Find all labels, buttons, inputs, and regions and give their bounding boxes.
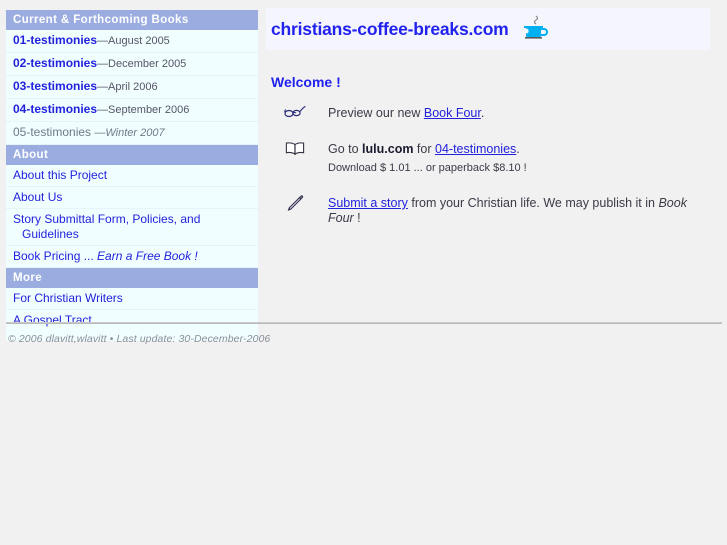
feature-list: Preview our new Book Four. Go to lulu.co… [266,104,710,226]
sidebar-item-date: September 2006 [108,104,190,116]
sidebar-item-a-gospel-tract[interactable]: A Gospel Tract [6,310,258,331]
sidebar-item-label[interactable]: Story Submittal Form, Policies, and [13,212,200,226]
sidebar-item-dash: — [97,81,109,93]
sidebar-item-date: August 2005 [108,35,170,47]
feature-text-middle: for [413,142,435,156]
feature-row-submit: Submit a story from your Christian life.… [266,194,710,226]
sidebar-item-story-submittal-form[interactable]: Story Submittal Form, Policies, and Guid… [6,209,258,246]
feature-text-after: . [516,142,520,156]
feature-text-after: . [480,106,485,120]
feature-text-preview: Preview our new Book Four. [328,104,484,121]
feature-text-before: Go to [328,142,363,156]
sidebar-item-label-line2[interactable]: Guidelines [13,227,79,241]
feature-text-end: ! [353,211,361,225]
main-content: christians-coffee-breaks.com Welcome ! P… [266,8,710,244]
sidebar-item-emphasis[interactable]: Earn a Free Book ! [97,249,198,263]
footer-copyright: © 2006 dlavitt,wlavitt • Last update: 30… [8,333,271,345]
sidebar-item-label[interactable]: 03-testimonies [13,79,97,93]
sidebar-item-dash: — [94,127,106,139]
sidebar-item-label[interactable]: 02-testimonies [13,56,97,70]
welcome-heading: Welcome ! [271,74,341,90]
feature-row-preview: Preview our new Book Four. [266,104,710,122]
feature-row-lulu: Go to lulu.com for 04-testimonies. Downl… [266,140,710,176]
sidebar-section-header-books: Current & Forthcoming Books [6,10,258,30]
sidebar-item-label[interactable]: 01-testimonies [13,33,97,47]
sidebar-item-date: Winter 2007 [105,127,165,139]
sidebar-item-for-christian-writers[interactable]: For Christian Writers [6,288,258,310]
sidebar-item-label[interactable]: A Gospel Tract [13,313,92,327]
sidebar-item-label: 05-testimonies [13,125,92,139]
sidebar-item-date: April 2006 [108,81,158,93]
sidebar-section-header-about: About [6,145,258,165]
sidebar-item-label[interactable]: About Us [13,190,62,204]
sidebar-item-03-testimonies[interactable]: 03-testimonies—April 2006 [6,76,258,99]
feature-text-submit: Submit a story from your Christian life.… [328,194,710,226]
site-banner: christians-coffee-breaks.com [266,8,710,50]
feature-text-after: from your Christian life. We may publish… [407,196,659,210]
sidebar-item-05-testimonies: 05-testimonies —Winter 2007 [6,122,258,145]
feature-text-before: Preview our new [328,106,424,120]
eyeglasses-icon [282,104,308,122]
coffee-cup-icon [521,15,551,43]
sidebar-item-label[interactable]: About this Project [13,168,107,182]
sidebar-item-01-testimonies[interactable]: 01-testimonies—August 2005 [6,30,258,53]
sidebar-item-label[interactable]: For Christian Writers [13,291,123,305]
04-testimonies-link[interactable]: 04-testimonies [435,142,516,156]
sidebar-item-label[interactable]: Book Pricing ... [13,249,94,263]
book-four-link[interactable]: Book Four [424,106,481,120]
feature-text-lulu: Go to lulu.com for 04-testimonies. Downl… [328,140,527,176]
pencil-icon [282,194,308,216]
sidebar-item-04-testimonies[interactable]: 04-testimonies—September 2006 [6,99,258,122]
footer-divider [6,322,722,324]
lulu-brand: lulu.com [362,142,414,156]
sidebar-item-dash: — [97,58,109,70]
submit-story-link[interactable]: Submit a story [328,196,408,210]
sidebar-item-date: December 2005 [108,58,187,70]
page-root: Current & Forthcoming Books 01-testimoni… [0,0,727,545]
sidebar-item-02-testimonies[interactable]: 02-testimonies—December 2005 [6,53,258,76]
sidebar-item-label[interactable]: 04-testimonies [13,102,97,116]
sidebar-section-header-more: More [6,268,258,288]
sidebar-item-dash: — [97,35,109,47]
sidebar-item-dash: — [97,104,109,116]
open-book-icon [282,140,308,159]
sidebar-item-about-us[interactable]: About Us [6,187,258,209]
price-note: Download $ 1.01 ... or paperback $8.10 ! [328,162,527,174]
sidebar: Current & Forthcoming Books 01-testimoni… [6,10,258,341]
site-title: christians-coffee-breaks.com [271,18,509,39]
sidebar-item-book-pricing[interactable]: Book Pricing ... Earn a Free Book ! [6,246,258,268]
sidebar-item-about-this-project[interactable]: About this Project [6,165,258,187]
